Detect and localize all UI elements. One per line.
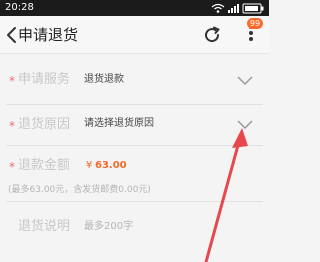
required-marker: * xyxy=(9,119,15,133)
refresh-icon[interactable] xyxy=(201,24,223,46)
signal-icon xyxy=(228,4,239,13)
message-badge: 99 xyxy=(247,18,263,29)
amount-value[interactable]: 63.00 xyxy=(95,159,127,173)
reason-label: 退货原因 xyxy=(18,117,71,132)
required-marker: * xyxy=(9,74,15,88)
required-marker: * xyxy=(9,160,15,174)
reason-value: 请选择退货原因 xyxy=(84,118,154,129)
battery-icon xyxy=(242,3,264,14)
amount-hint: (最多63.00元，含发货邮费0.00元) xyxy=(8,185,151,195)
amount-currency: ¥ xyxy=(86,160,93,171)
wifi-icon xyxy=(211,3,225,13)
service-row[interactable]: * 申请服务 退货退款 xyxy=(0,55,269,105)
amount-row[interactable]: * 退款金额 ¥ 63.00 xyxy=(0,146,269,182)
note-input[interactable]: 最多200字 xyxy=(84,219,133,235)
status-icons xyxy=(210,2,266,14)
chevron-down-icon[interactable] xyxy=(236,75,254,87)
chevron-down-icon[interactable] xyxy=(236,119,254,131)
note-label: 退货说明 xyxy=(18,219,71,234)
amount-label: 退款金额 xyxy=(18,158,71,173)
service-label: 申请服务 xyxy=(18,72,71,87)
note-row[interactable]: 退货说明 最多200字 xyxy=(0,202,269,242)
reason-row[interactable]: * 退货原因 请选择退货原因 xyxy=(0,105,269,145)
status-time: 20:28 xyxy=(5,2,34,13)
page-title: 申请退货 xyxy=(18,26,79,44)
service-value: 退货退款 xyxy=(84,74,124,85)
nav-bar: 申请退货 99 xyxy=(0,16,269,54)
back-arrow-icon[interactable] xyxy=(4,25,18,45)
status-bar: 20:28 xyxy=(0,0,269,16)
